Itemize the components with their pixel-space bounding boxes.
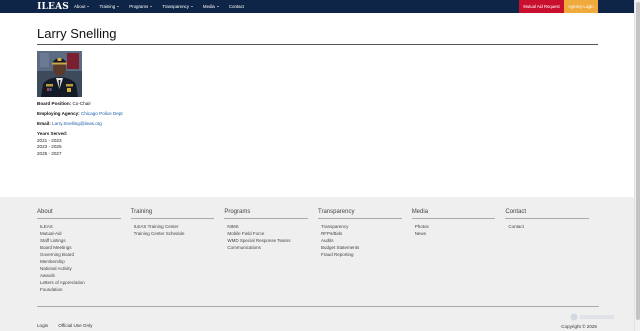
footer-link[interactable]: Letters of Appreciation — [40, 279, 131, 286]
footer-link[interactable]: Audits — [321, 237, 412, 244]
footer-link[interactable]: Membership — [40, 258, 131, 265]
chevron-down-icon — [87, 6, 90, 7]
footer-link[interactable]: Budget Statements — [321, 244, 412, 251]
login-link[interactable]: Login — [37, 323, 48, 328]
copyright-text: Copyright © 2025 — [561, 324, 597, 329]
brand-text: ILEAS — [37, 1, 69, 12]
scrollbar-thumb[interactable] — [636, 2, 640, 320]
chevron-down-icon — [150, 6, 153, 7]
employing-agency-link[interactable]: Chicago Police Dept — [81, 111, 123, 116]
footer-column-about: About ILEAS Mutual-Aid Staff Listings Bo… — [37, 209, 131, 293]
footer-column-programs: Programs NIMS Mobile Field Force WMD Spe… — [224, 209, 318, 293]
footer-link[interactable]: WMD Special Response Teams — [227, 237, 318, 244]
profile-photo — [37, 51, 82, 97]
nav-training[interactable]: Training — [94, 0, 124, 13]
footer-link[interactable]: ILEAS — [40, 223, 131, 230]
top-navbar: ILEAS About Training Programs Transparen… — [0, 0, 634, 13]
nav-media[interactable]: Media — [198, 0, 224, 13]
footer-link[interactable]: Fraud Reporting — [321, 251, 412, 258]
footer-column-training: Training ILEAS Training Center Training … — [130, 209, 225, 293]
brand-logo[interactable]: ILEAS — [0, 2, 69, 12]
footer-column-title: Training — [130, 209, 215, 219]
page-title: Larry Snelling — [37, 26, 598, 45]
nav-programs[interactable]: Programs — [124, 0, 157, 13]
email-field: Email: Larry.Snelling@ileas.org — [37, 121, 598, 126]
footer-column-title: Media — [411, 209, 496, 219]
footer-link[interactable]: National Activity — [40, 265, 131, 272]
site-footer: About ILEAS Mutual-Aid Staff Listings Bo… — [0, 197, 634, 331]
footer-divider — [37, 306, 599, 307]
footer-link[interactable]: Board Meetings — [40, 244, 131, 251]
years-served-item: 2025 - 2027 — [37, 150, 62, 156]
watermark-logo-icon — [570, 313, 614, 321]
nav-about[interactable]: About — [69, 0, 94, 13]
employing-agency-label: Employing Agency: — [37, 111, 80, 116]
footer-link[interactable]: Staff Listings — [40, 237, 131, 244]
nav-transparency[interactable]: Transparency — [157, 0, 198, 13]
vertical-scrollbar[interactable] — [634, 0, 640, 331]
footer-link[interactable]: Transparency — [321, 223, 412, 230]
footer-link[interactable]: Contact — [508, 223, 599, 230]
footer-link[interactable]: RFPs/Bids — [321, 230, 412, 237]
board-position-value: Co-Chair — [72, 101, 91, 106]
footer-link[interactable]: Communications — [227, 244, 318, 251]
footer-column-transparency: Transparency Transparency RFPs/Bids Audi… — [318, 209, 412, 293]
footer-link[interactable]: Photos — [415, 223, 506, 230]
footer-column-media: Media Photos News — [411, 209, 506, 293]
chevron-down-icon — [216, 6, 219, 7]
footer-link[interactable]: NIMS — [227, 223, 318, 230]
board-position-label: Board Position: — [37, 101, 72, 106]
email-link[interactable]: Larry.Snelling@ileas.org — [52, 121, 102, 126]
footer-column-title: Transparency — [318, 209, 402, 219]
footer-link[interactable]: Mutual-Aid — [40, 230, 131, 237]
employing-agency-field: Employing Agency: Chicago Police Dept — [37, 111, 598, 116]
footer-link[interactable]: Governing Board — [40, 251, 131, 258]
footer-link[interactable]: ILEAS Training Center — [134, 223, 225, 230]
footer-link[interactable]: Mobile Field Force — [227, 230, 318, 237]
mutual-aid-request-button[interactable]: Mutual Aid Request — [519, 0, 564, 13]
years-served-item: 2021 - 2023 — [37, 137, 62, 143]
footer-columns: About ILEAS Mutual-Aid Staff Listings Bo… — [37, 209, 599, 293]
email-label: Email: — [37, 121, 51, 126]
years-served-item: 2023 - 2025 — [37, 144, 62, 150]
agency-login-button[interactable]: Agency Login — [564, 0, 598, 13]
footer-link[interactable]: News — [415, 230, 506, 237]
main-content: Larry Snelling Board Position: Co-Chair … — [37, 13, 598, 156]
footer-column-title: Programs — [224, 209, 309, 219]
footer-link[interactable]: Foundation — [40, 286, 131, 293]
chevron-down-icon — [117, 6, 120, 7]
footer-link[interactable]: Training Center Schedule — [134, 230, 225, 237]
footer-column-contact: Contact Contact — [505, 209, 599, 293]
footer-link[interactable]: Awards — [40, 272, 131, 279]
footer-bottom-links: Login Official Use Only — [37, 323, 102, 328]
chevron-down-icon — [190, 6, 193, 7]
nav-actions: Mutual Aid Request Agency Login — [519, 0, 598, 13]
years-served-label: Years Served: — [37, 131, 68, 136]
board-position-field: Board Position: Co-Chair — [37, 101, 598, 106]
footer-column-title: Contact — [505, 209, 590, 219]
main-menu: About Training Programs Transparency Med… — [69, 0, 249, 13]
official-use-only-link[interactable]: Official Use Only — [58, 323, 92, 328]
footer-column-title: About — [37, 209, 121, 219]
nav-contact[interactable]: Contact — [224, 0, 249, 13]
